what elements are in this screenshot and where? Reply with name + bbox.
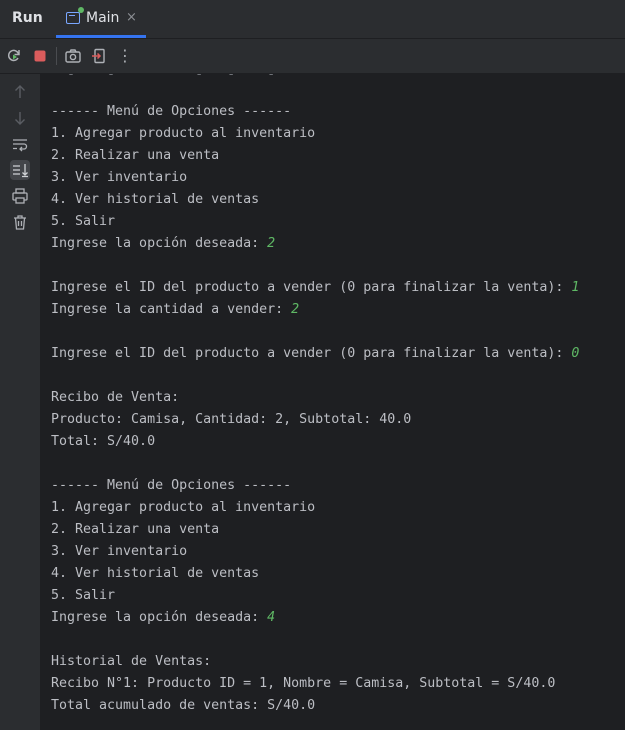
tab-main[interactable]: Main × <box>56 0 146 38</box>
scroll-to-end-icon[interactable] <box>10 160 30 180</box>
console-line-text: 4. Ver historial de ventas <box>51 566 260 581</box>
user-input: 2 <box>291 302 300 317</box>
console-line: Ingrese la opción deseada: 2 <box>51 233 275 255</box>
toolbar-separator <box>56 47 57 65</box>
soft-wrap-icon[interactable] <box>10 134 30 154</box>
console-line-text: ------ Menú de Opciones ------ <box>51 104 292 119</box>
exit-icon[interactable] <box>90 47 108 65</box>
console-output[interactable]: - - - - - ------ Menú de Opciones ------… <box>40 74 625 730</box>
console-line: 2. Realizar una venta <box>51 519 219 541</box>
user-input: 4 <box>267 610 276 625</box>
print-icon[interactable] <box>10 186 30 206</box>
console-line-text: Ingrese el ID del producto a vender (0 p… <box>51 280 572 295</box>
console-line-text: Ingrese el ID del producto a vender (0 p… <box>51 346 572 361</box>
console-line-text: Ingrese la opción deseada: <box>51 236 268 251</box>
tool-window-header: Run Main × <box>0 0 625 39</box>
run-config-icon <box>66 7 84 24</box>
console-line: 3. Ver inventario <box>51 167 187 189</box>
console-line-text: Ingrese la cantidad a vender: <box>51 302 292 317</box>
console-line-text: Total: S/40.0 <box>51 434 156 449</box>
close-icon[interactable]: × <box>126 10 137 25</box>
user-input: 0 <box>571 346 580 361</box>
active-tab-indicator <box>56 35 146 38</box>
console-line-text: 5. Salir <box>51 214 116 229</box>
console-line-text: 1. Agregar producto al inventario <box>51 500 316 515</box>
console-line: Total: S/40.0 <box>51 431 155 453</box>
console-line-text: 1. Agregar producto al inventario <box>51 126 316 141</box>
user-input: 2 <box>267 236 276 251</box>
more-icon[interactable]: ⋮ <box>116 47 134 65</box>
user-input: 1 <box>571 280 580 295</box>
console-line-text: 2. Realizar una venta <box>51 148 220 163</box>
console-line-text: 2. Realizar una venta <box>51 522 220 537</box>
console-line: 4. Ver historial de ventas <box>51 189 259 211</box>
console-line: 5. Salir <box>51 585 115 607</box>
console-line-text: Historial de Ventas: <box>51 654 212 669</box>
console-line-text: Recibo de Venta: <box>51 390 180 405</box>
console-line-text: 5. Salir <box>51 588 116 603</box>
arrow-up-icon[interactable] <box>10 82 30 102</box>
console-side-toolbar <box>0 74 41 730</box>
console-line-text: Producto: Camisa, Cantidad: 2, Subtotal:… <box>51 412 412 427</box>
console-line: Ingrese el ID del producto a vender (0 p… <box>51 343 579 365</box>
console-line: Ingrese la cantidad a vender: 2 <box>51 299 299 321</box>
console-line: Ingrese la opción deseada: 4 <box>51 607 275 629</box>
console-line: 1. Agregar producto al inventario <box>51 497 315 519</box>
console-line-text: 3. Ver inventario <box>51 544 188 559</box>
console-line: ------ Menú de Opciones ------ <box>51 101 291 123</box>
stop-icon[interactable] <box>31 47 49 65</box>
rerun-icon[interactable] <box>5 47 23 65</box>
console-line-text: Total acumulado de ventas: S/40.0 <box>51 698 316 713</box>
console-line: Recibo de Venta: <box>51 387 179 409</box>
console-line: Historial de Ventas: <box>51 651 211 673</box>
console-line: Total acumulado de ventas: S/40.0 <box>51 695 315 717</box>
tab-main-label: Main <box>86 10 120 26</box>
camera-icon[interactable] <box>64 47 82 65</box>
console-line-text: Recibo N°1: Producto ID = 1, Nombre = Ca… <box>51 676 556 691</box>
console-line: Recibo N°1: Producto ID = 1, Nombre = Ca… <box>51 673 555 695</box>
console-line: 1. Agregar producto al inventario <box>51 123 315 145</box>
run-tool-window-title: Run <box>12 10 43 26</box>
console-line: ------ Menú de Opciones ------ <box>51 475 291 497</box>
run-toolbar: ⋮ <box>0 39 625 74</box>
console-line-text: 4. Ver historial de ventas <box>51 192 260 207</box>
console-line-text: 3. Ver inventario <box>51 170 188 185</box>
console-line: 5. Salir <box>51 211 115 233</box>
trash-icon[interactable] <box>10 212 30 232</box>
console-line: 3. Ver inventario <box>51 541 187 563</box>
arrow-down-icon[interactable] <box>10 108 30 128</box>
console-line: Producto: Camisa, Cantidad: 2, Subtotal:… <box>51 409 411 431</box>
console-line: 4. Ver historial de ventas <box>51 563 259 585</box>
console-line-text: ------ Menú de Opciones ------ <box>51 478 292 493</box>
console-line-text: Ingrese la opción deseada: <box>51 610 268 625</box>
console-line: Ingrese el ID del producto a vender (0 p… <box>51 277 579 299</box>
console-line: 2. Realizar una venta <box>51 145 219 167</box>
clipped-previous-line: - - - - - <box>51 74 276 82</box>
